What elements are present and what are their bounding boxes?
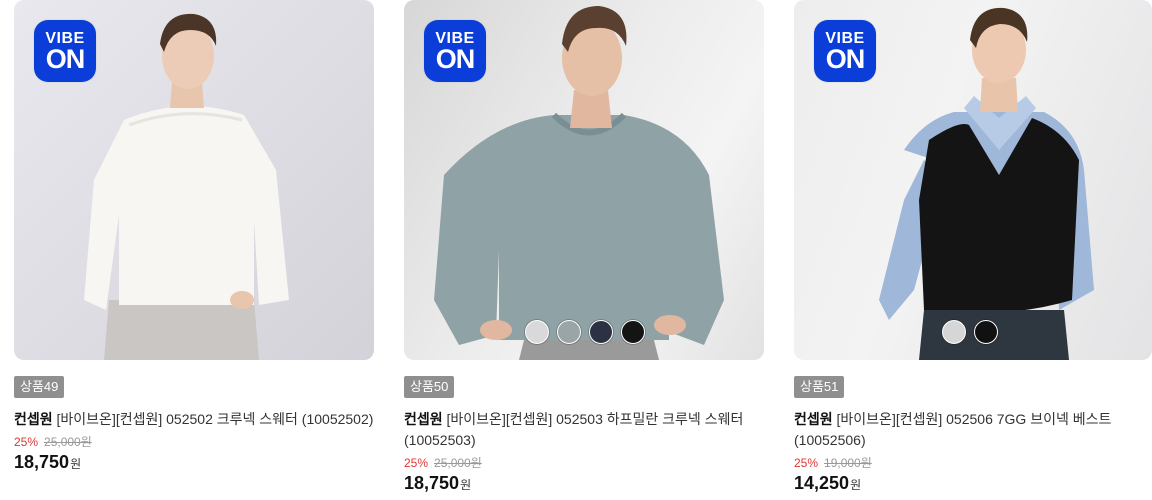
product-name: [바이브온][컨셉원] 052502 크루넥 스웨터 (10052502) [56,411,374,427]
product-image[interactable]: VIBE ON [14,0,374,360]
color-swatches [942,320,998,344]
discount-rate: 25% [404,456,429,470]
original-price: 19,000원 [824,456,872,470]
sale-price: 14,250원 [794,473,1152,494]
price-info: 25% 25,000원 [404,454,764,471]
brand-name: 컨셉원 [404,411,443,427]
product-title[interactable]: 컨셉원 [바이브온][컨셉원] 052502 크루넥 스웨터 (10052502… [14,409,374,430]
color-swatches [525,320,645,344]
product-image[interactable]: VIBE ON [404,0,764,360]
vibe-on-logo: VIBE ON [34,20,96,82]
color-swatch-blue-gray[interactable] [557,320,581,344]
sale-price: 18,750원 [404,473,764,494]
color-swatch-black[interactable] [621,320,645,344]
discount-rate: 25% [794,456,819,470]
discount-rate: 25% [14,435,39,449]
sale-price-value: 18,750 [14,452,70,472]
product-badge: 상품51 [794,376,845,398]
currency-unit: 원 [70,457,82,471]
original-price: 25,000원 [434,456,482,470]
product-name: [바이브온][컨셉원] 052506 7GG 브이넥 베스트 (10052506… [794,411,1112,448]
product-name: [바이브온][컨셉원] 052503 하프밀란 크루넥 스웨터 (1005250… [404,411,744,448]
color-swatch-black[interactable] [974,320,998,344]
color-swatch-navy[interactable] [589,320,613,344]
product-grid: VIBE ON 상품49 컨셉원 [바이브온][컨셉원] 052502 크루넥 … [0,0,1152,500]
product-card[interactable]: VIBE ON 상품51 컨셉원 [바이브온][컨셉원] 052506 7GG … [794,0,1152,494]
sale-price-value: 18,750 [404,473,460,493]
vibe-on-logo: VIBE ON [814,20,876,82]
currency-unit: 원 [460,478,472,492]
original-price: 25,000원 [44,435,92,449]
vibe-on-logo: VIBE ON [424,20,486,82]
product-card[interactable]: VIBE ON 상품49 컨셉원 [바이브온][컨셉원] 052502 크루넥 … [14,0,374,473]
sale-price-value: 14,250 [794,473,850,493]
product-badge: 상품49 [14,376,65,398]
product-image[interactable]: VIBE ON [794,0,1152,360]
price-info: 25% 25,000원 [14,433,374,450]
price-info: 25% 19,000원 [794,454,1152,471]
currency-unit: 원 [850,478,862,492]
color-swatch-light-gray[interactable] [525,320,549,344]
brand-name: 컨셉원 [794,411,833,427]
product-badge: 상품50 [404,376,455,398]
product-card[interactable]: VIBE ON 상품50 컨셉원 [바이브온][컨셉원] 052503 하프밀란… [404,0,764,494]
brand-name: 컨셉원 [14,411,53,427]
sale-price: 18,750원 [14,452,374,473]
product-title[interactable]: 컨셉원 [바이브온][컨셉원] 052503 하프밀란 크루넥 스웨터 (100… [404,409,764,451]
product-title[interactable]: 컨셉원 [바이브온][컨셉원] 052506 7GG 브이넥 베스트 (1005… [794,409,1152,451]
color-swatch-light-gray[interactable] [942,320,966,344]
